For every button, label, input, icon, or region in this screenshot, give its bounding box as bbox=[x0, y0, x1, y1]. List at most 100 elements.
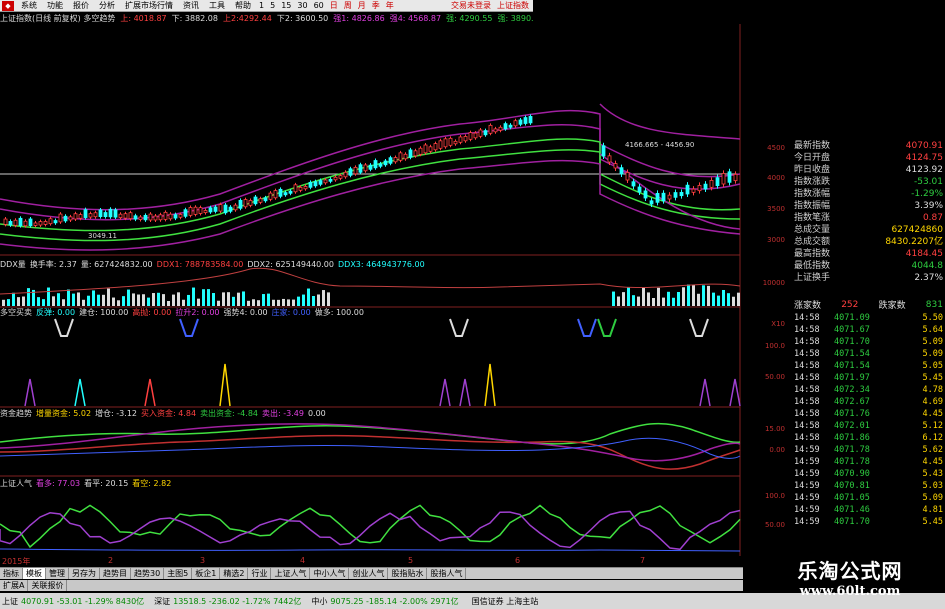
status-label: 上证 bbox=[2, 596, 18, 606]
timeframe-15[interactable]: 15 bbox=[278, 1, 294, 10]
ddx-bar bbox=[132, 293, 135, 306]
ddx-bar bbox=[117, 300, 120, 306]
ddx-bar bbox=[687, 284, 690, 306]
timeframe-quarter[interactable]: 季 bbox=[369, 0, 383, 11]
sentiment-axis-tick: 50.00 bbox=[764, 521, 785, 529]
indicator-tab[interactable]: 精选2 bbox=[220, 568, 249, 579]
menu-item-quote[interactable]: 报价 bbox=[68, 0, 94, 11]
timeframe-day[interactable]: 日 bbox=[327, 0, 341, 11]
timeframe-30[interactable]: 30 bbox=[294, 1, 310, 10]
indicator-tab[interactable]: 趋势30 bbox=[131, 568, 165, 579]
tick-volume: 5.43 bbox=[922, 469, 943, 479]
indicator-tab[interactable]: 行业 bbox=[248, 568, 272, 579]
indicator-tab[interactable]: 创业人气 bbox=[349, 568, 389, 579]
chart-area[interactable] bbox=[0, 24, 770, 556]
tick-price: 4071.70 bbox=[834, 517, 870, 527]
status-value: 国信证券 上海主站 bbox=[471, 596, 539, 606]
buy-signal-marker bbox=[24, 378, 36, 407]
sell-signal-marker bbox=[577, 318, 597, 337]
buy-signal-marker bbox=[74, 378, 86, 407]
tick-price: 4071.70 bbox=[834, 337, 870, 347]
timeframe-5[interactable]: 5 bbox=[267, 1, 278, 10]
ddx-bar bbox=[737, 292, 740, 306]
timeframe-1[interactable]: 1 bbox=[256, 1, 267, 10]
indicator-info-bar: 上证指数(日线 前复权) 多空趋势 上: 4018.87 下: 3882.08 … bbox=[0, 13, 533, 24]
menu-item-analysis[interactable]: 分析 bbox=[94, 0, 120, 11]
menu-item-news[interactable]: 资讯 bbox=[178, 0, 204, 11]
tick-row: 14:58 4071.76 4.45 bbox=[792, 408, 945, 420]
timeframe-month[interactable]: 月 bbox=[355, 0, 369, 11]
candle-body bbox=[58, 213, 63, 223]
price-axis-tick: 4000 bbox=[767, 174, 785, 182]
tick-volume: 5.50 bbox=[922, 313, 943, 323]
ddx-bar bbox=[192, 287, 195, 306]
fund-axis-tick: 15.00 bbox=[764, 425, 785, 433]
tick-list[interactable]: 14:58 4071.09 5.50 14:58 4071.67 5.64 14:58 407… bbox=[792, 312, 945, 528]
timeframe-week[interactable]: 周 bbox=[341, 0, 355, 11]
quote-row: 最新指数 4070.91 bbox=[792, 140, 945, 152]
ddx-bar bbox=[272, 299, 275, 306]
ddx-bar bbox=[227, 292, 230, 306]
info-value: 强1: 4826.86 bbox=[333, 14, 385, 23]
tab-related-quotes[interactable]: 关联报价 bbox=[28, 580, 68, 591]
indicator-tab[interactable]: 模板 bbox=[23, 568, 46, 579]
menu-item-help[interactable]: 帮助 bbox=[230, 0, 256, 11]
candle-body bbox=[173, 214, 178, 219]
menu-item-system[interactable]: 系统 bbox=[16, 0, 42, 11]
ddx-bar bbox=[17, 297, 20, 306]
candle-body bbox=[143, 214, 148, 221]
ddx-bar bbox=[207, 289, 210, 306]
candle-body bbox=[3, 218, 8, 225]
indicator-tab[interactable]: 中小人气 bbox=[310, 568, 350, 579]
tick-price: 4071.97 bbox=[834, 373, 870, 383]
timeframe-60[interactable]: 60 bbox=[311, 1, 327, 10]
indicator-tab[interactable]: 主图5 bbox=[164, 568, 193, 579]
tick-time: 14:59 bbox=[794, 493, 820, 503]
tick-time: 14:58 bbox=[794, 409, 820, 419]
candle-body bbox=[168, 213, 173, 220]
ddx-bar bbox=[2, 299, 5, 306]
trade-login-status[interactable]: 交易未登录 bbox=[451, 0, 491, 11]
tick-price: 4070.81 bbox=[834, 481, 870, 491]
sentiment-axis-tick: 100.0 bbox=[764, 492, 785, 500]
indicator-tab[interactable]: 另存为 bbox=[69, 568, 100, 579]
quote-row: 总成交额 8430.2207亿 bbox=[792, 236, 945, 248]
timeframe-year[interactable]: 年 bbox=[383, 0, 397, 11]
quote-label: 指数涨跌 bbox=[794, 177, 831, 187]
date-tick: 2015年 bbox=[2, 557, 31, 566]
candle-body bbox=[183, 209, 188, 217]
extension-tab-bar: 扩展A 关联报价 bbox=[0, 580, 743, 591]
tick-time: 14:59 bbox=[794, 457, 820, 467]
tick-price: 4072.67 bbox=[834, 397, 870, 407]
candle-body bbox=[113, 209, 118, 218]
menu-item-ext-market[interactable]: 扩展市场行情 bbox=[120, 0, 178, 11]
tab-extension-a[interactable]: 扩展A bbox=[0, 580, 29, 591]
candle-body bbox=[428, 146, 433, 152]
indicator-tab[interactable]: 管理 bbox=[46, 568, 69, 579]
long-short-signals bbox=[24, 318, 741, 407]
candle-body bbox=[601, 145, 606, 157]
sell-signal-marker bbox=[689, 318, 709, 337]
ddx-bar bbox=[162, 294, 165, 306]
ddx-bar bbox=[267, 293, 270, 306]
tick-row: 14:58 4071.67 5.64 bbox=[792, 324, 945, 336]
menu-item-function[interactable]: 功能 bbox=[42, 0, 68, 11]
ddx-bar bbox=[217, 300, 220, 306]
high-range-annotation: 4166.665 - 4456.90 bbox=[625, 141, 695, 149]
indicator-tab[interactable]: 指标 bbox=[0, 568, 23, 579]
tick-row: 14:58 4071.86 6.12 bbox=[792, 432, 945, 444]
menu-item-tools[interactable]: 工具 bbox=[204, 0, 230, 11]
indicator-tab[interactable]: 趋势目 bbox=[100, 568, 131, 579]
candle-body bbox=[403, 153, 408, 160]
indicator-tab[interactable]: 股指人气 bbox=[427, 568, 467, 579]
candle-body bbox=[43, 221, 48, 225]
tick-time: 14:59 bbox=[794, 445, 820, 455]
indicator-tab[interactable]: 股指贴水 bbox=[388, 568, 428, 579]
candle-body bbox=[98, 209, 103, 217]
date-tick: 3 bbox=[200, 556, 206, 565]
indicator-tab[interactable]: 板企1 bbox=[192, 568, 221, 579]
quote-value: 8430.2207亿 bbox=[885, 237, 943, 247]
indicator-tab[interactable]: 上证人气 bbox=[271, 568, 311, 579]
tick-time: 14:58 bbox=[794, 313, 820, 323]
info-value: 强: 4290.55 bbox=[446, 14, 493, 23]
